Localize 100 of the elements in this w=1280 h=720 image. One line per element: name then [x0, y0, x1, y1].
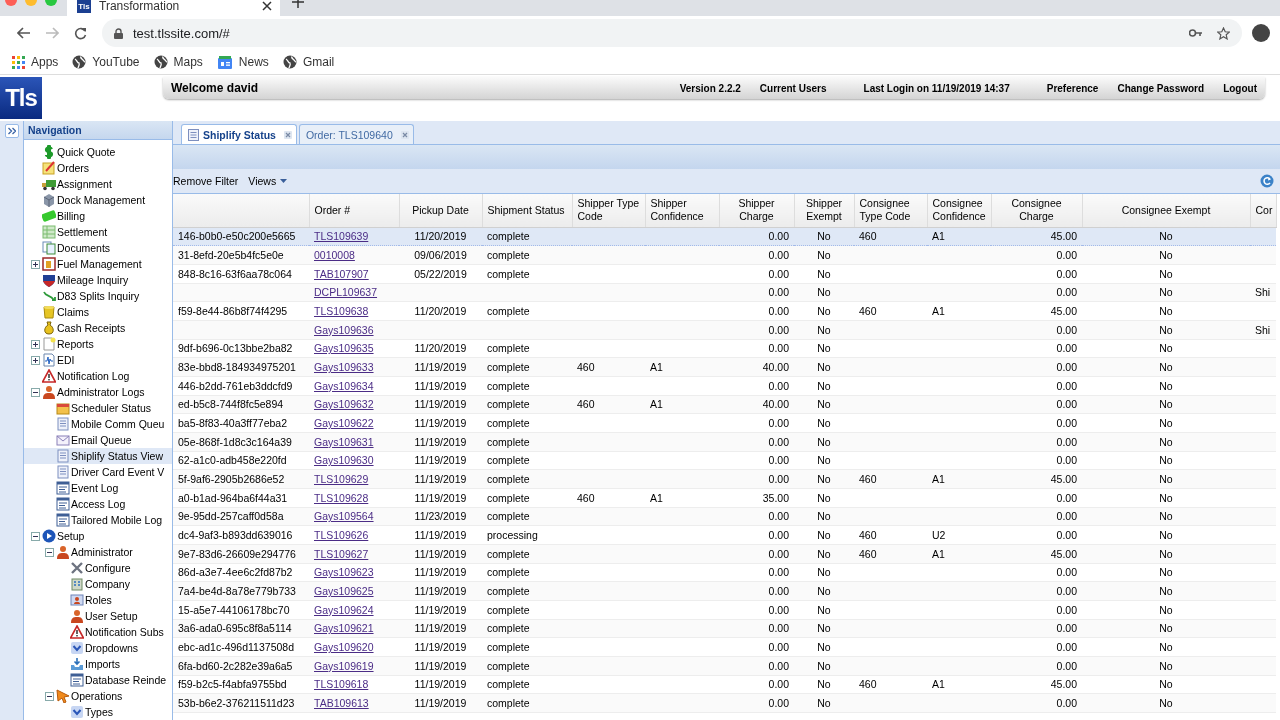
views-menu[interactable]: Views [248, 175, 288, 187]
star-icon[interactable] [1217, 26, 1230, 40]
table-row[interactable]: 146-b0b0-e50c200e5665 TLS109639 11/20/2019 complete 0.00 No 460 A1 45.00 No [173, 227, 1276, 246]
table-row[interactable]: 05e-868f-1d8c3c164a39 Gays109631 11/19/2019 complete 0.00 No 0.00 No [173, 432, 1276, 452]
tree-item[interactable]: Dock Management [24, 192, 172, 208]
bookmark[interactable]: Maps [153, 55, 203, 69]
browser-tab[interactable]: Tls Transformation [67, 0, 280, 16]
order-link[interactable]: Gays109622 [314, 417, 374, 430]
tree-item[interactable]: Event Log [24, 480, 172, 496]
column-header[interactable]: Pickup Date [399, 194, 482, 227]
tree-item[interactable]: Types [24, 704, 172, 720]
tree-item[interactable]: Documents [24, 240, 172, 256]
expand-icon[interactable] [30, 339, 40, 349]
key-icon[interactable] [1189, 28, 1203, 38]
table-row[interactable]: Gays109636 0.00 No 0.00 No Shi [173, 320, 1276, 340]
avatar[interactable] [1252, 24, 1270, 42]
column-header[interactable]: Shipper Charge [719, 194, 794, 227]
column-header[interactable]: Consignee Charge [991, 194, 1082, 227]
tree-item[interactable]: Reports [24, 336, 172, 352]
order-link[interactable]: Gays109635 [314, 342, 374, 355]
tree-item[interactable]: Configure [24, 560, 172, 576]
table-row[interactable]: 848-8c16-63f6aa78c064 TAB107907 05/22/2019 complete 0.00 No 0.00 No [173, 264, 1276, 283]
tree-item[interactable]: Cash Receipts [24, 320, 172, 336]
toolbar-button[interactable]: Remove Filter [173, 175, 239, 187]
reload-icon[interactable] [73, 26, 87, 40]
tree-item[interactable]: Notification Log [24, 368, 172, 384]
table-row[interactable]: ebc-ad1c-496d1137508d Gays109620 11/19/2019 complete 0.00 No 0.00 No [173, 637, 1276, 657]
bookmark[interactable]: Gmail [282, 55, 335, 69]
table-row[interactable]: 31-8efd-20e5b4fc5e0e 0010008 09/06/2019 complete 0.00 No 0.00 No [173, 245, 1276, 265]
tree-item[interactable]: Access Log [24, 496, 172, 512]
tab[interactable]: Shiplify Status [181, 124, 297, 144]
tree-item[interactable]: Driver Card Event V [24, 464, 172, 480]
collapse-icon[interactable] [30, 387, 40, 397]
table-row[interactable]: 3a6-ada0-695c8f8a5114 Gays109621 11/19/2019 complete 0.00 No 0.00 No [173, 619, 1276, 638]
order-link[interactable]: Gays109630 [314, 454, 374, 467]
tab[interactable]: Order: TLS109640 [298, 124, 414, 144]
tree-item[interactable]: Operations [24, 688, 172, 704]
column-header[interactable]: Shipper Confidence [645, 194, 719, 227]
tree-item[interactable]: Shiplify Status View [24, 448, 172, 464]
table-row[interactable]: ed-b5c8-744f8fc5e894 Gays109632 11/19/2019 complete 460 A1 40.00 No 0.00 No [173, 395, 1276, 414]
order-link[interactable]: TLS109628 [314, 491, 369, 504]
table-row[interactable]: 53b-b6e2-376211511d23 TAB109613 11/19/2019 complete 0.00 No 0.00 No [173, 693, 1276, 713]
table-row[interactable]: 9e7-83d6-26609e294776 TLS109627 11/19/2019 complete 0.00 No 460 A1 45.00 No [173, 544, 1276, 564]
order-link[interactable]: TLS109638 [314, 305, 369, 317]
order-link[interactable]: TLS109618 [314, 678, 369, 691]
table-row[interactable]: 62-a1c0-adb458e220fd Gays109630 11/19/2019 complete 0.00 No 0.00 No [173, 451, 1276, 470]
tree-item[interactable]: Settlement [24, 224, 172, 240]
tree-item[interactable]: Scheduler Status [24, 400, 172, 416]
order-link[interactable]: Gays109634 [314, 379, 374, 392]
tree-item[interactable]: User Setup [24, 608, 172, 624]
table-row[interactable]: DCPL109637 0.00 No 0.00 No Shi [173, 283, 1276, 302]
tree-item[interactable]: Quick Quote [24, 144, 172, 160]
tree-item[interactable]: Administrator [24, 544, 172, 560]
tree-item[interactable]: D83 Splits Inquiry [24, 288, 172, 304]
tree-item[interactable]: Tailored Mobile Log [24, 512, 172, 528]
tree-item[interactable]: Fuel Management [24, 256, 172, 272]
order-link[interactable]: TLS109626 [314, 529, 369, 542]
expand-icon[interactable] [30, 355, 40, 365]
table-row[interactable]: 15-a5e7-44106178bc70 Gays109624 11/19/2019 complete 0.00 No 0.00 No [173, 600, 1276, 620]
tree-item[interactable]: Email Queue [24, 432, 172, 448]
table-row[interactable]: 9df-b696-0c13bbe2ba82 Gays109635 11/20/2019 complete 0.00 No 0.00 No [173, 339, 1276, 358]
header-link[interactable]: Logout [1223, 82, 1257, 94]
header-link[interactable]: Current Users [759, 82, 827, 94]
column-header[interactable]: Shipper Exempt [794, 194, 854, 227]
tree-item[interactable]: Roles [24, 592, 172, 608]
column-header[interactable]: Shipper Type Code [572, 194, 645, 227]
expand-button[interactable] [4, 124, 19, 138]
address-bar[interactable]: test.tlssite.com/# [102, 19, 1242, 47]
close-icon[interactable] [262, 1, 272, 11]
tree-item[interactable]: Mobile Comm Queu [24, 416, 172, 432]
table-row[interactable]: 6fa-bd60-2c282e39a6a5 Gays109619 11/19/2019 complete 0.00 No 0.00 No [173, 656, 1276, 676]
tree-item[interactable]: EDI [24, 352, 172, 368]
table-row[interactable]: 5f-9af6-2905b2686e52 TLS109629 11/19/2019 complete 0.00 No 460 A1 45.00 No [173, 469, 1276, 489]
table-row[interactable]: 9e-95dd-257caff0d58a Gays109564 11/23/2019 complete 0.00 No 0.00 No [173, 507, 1276, 526]
table-row[interactable]: f59-8e44-86b8f74f4295 TLS109638 11/20/2019 complete 0.00 No 460 A1 45.00 No [173, 301, 1276, 321]
refresh-icon[interactable] [1260, 174, 1274, 188]
header-link[interactable]: Preference [1046, 82, 1099, 94]
bookmark[interactable]: YouTube [72, 55, 140, 69]
table-row[interactable]: f59-b2c5-f4abfa9755bd TLS109618 11/19/2019 complete 0.00 No 460 A1 45.00 No [173, 675, 1276, 694]
order-link[interactable]: Gays109620 [314, 641, 374, 654]
column-header[interactable]: Order # [309, 194, 399, 227]
tree-item[interactable]: Notification Subs [24, 624, 172, 640]
order-link[interactable]: TAB107907 [314, 267, 369, 280]
tree-item[interactable]: Assignment [24, 176, 172, 192]
tree-item[interactable]: Orders [24, 160, 172, 176]
table-row[interactable]: dc4-9af3-b893dd639016 TLS109626 11/19/2019 processing 0.00 No 460 U2 0.00 No [173, 525, 1276, 545]
collapse-icon[interactable] [44, 691, 54, 701]
column-header[interactable]: Consignee Type Code [854, 194, 927, 227]
header-link[interactable]: Change Password [1117, 82, 1205, 94]
table-row[interactable]: 86d-a3e7-4ee6c2fd87b2 Gays109623 11/19/2019 complete 0.00 No 0.00 No [173, 563, 1276, 582]
expand-icon[interactable] [30, 259, 40, 269]
tree-item[interactable]: Administrator Logs [24, 384, 172, 400]
table-row[interactable]: a0-b1ad-964ba6f44a31 TLS109628 11/19/2019 complete 460 A1 35.00 No 0.00 No [173, 488, 1276, 508]
table-row[interactable]: 446-b2dd-761eb3ddcfd9 Gays109634 11/19/2019 complete 0.00 No 0.00 No [173, 376, 1276, 396]
bookmark[interactable]: News [216, 54, 269, 70]
column-header[interactable]: Shipment Status [482, 194, 572, 227]
tree-item[interactable]: Billing [24, 208, 172, 224]
collapse-icon[interactable] [44, 547, 54, 557]
tree-item[interactable]: Dropdowns [24, 640, 172, 656]
tree-item[interactable]: Mileage Inquiry [24, 272, 172, 288]
